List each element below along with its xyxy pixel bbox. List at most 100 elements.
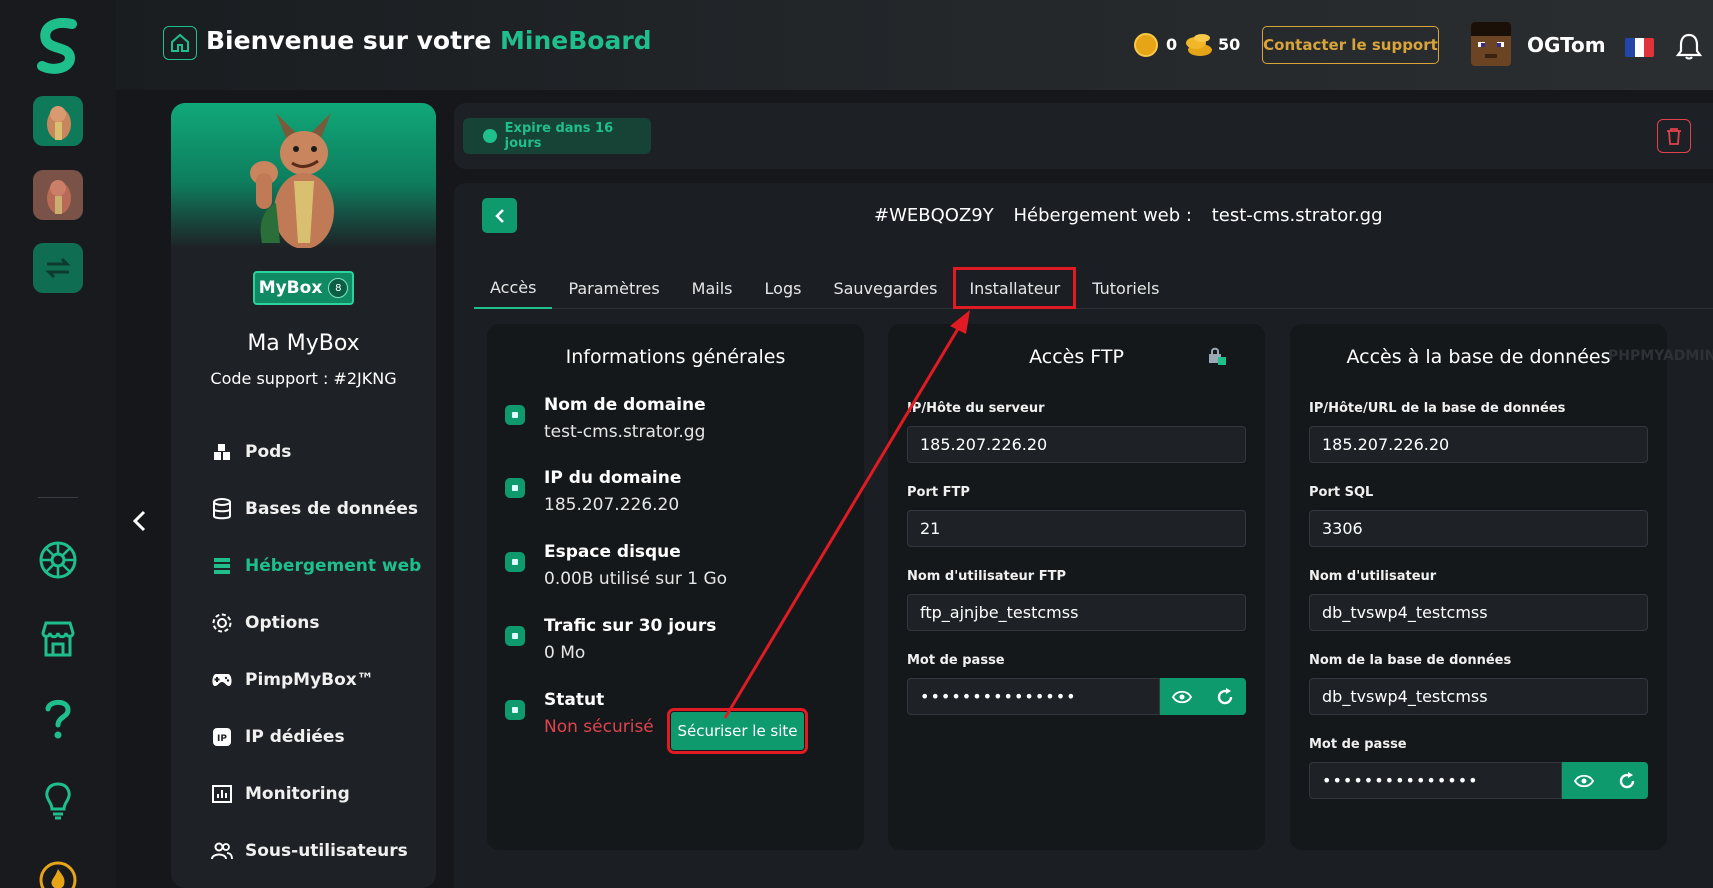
rail-shop-button[interactable] [34,615,82,663]
db-port-field[interactable]: 3306 [1309,510,1648,547]
phpmyadmin-link[interactable]: PHPMYADMIN [1608,348,1713,364]
refresh-icon [1619,771,1634,788]
status-value: Non sécurisé [544,717,654,737]
dragon-icon [47,180,71,214]
show-password-button[interactable] [1562,762,1605,799]
question-icon [45,699,71,739]
sidebar-item-label: Options [245,612,320,633]
collapse-sidebar-icon[interactable] [130,508,150,534]
info-label: Trafic sur 30 jours [544,616,717,636]
sidebar-item-label: Monitoring [245,783,350,804]
db-password-field[interactable]: ••••••••••••••• [1309,762,1562,799]
show-password-button[interactable] [1160,678,1203,715]
service-type: Hébergement web : [1013,205,1192,226]
coin-stack-icon [1186,34,1212,56]
user-avatar[interactable] [1471,22,1511,66]
domain-icon [505,405,525,425]
back-button[interactable] [482,198,517,233]
svg-text:IP: IP [217,734,227,744]
tab-installateur[interactable]: Installateur [953,267,1077,309]
field-label: Mot de passe [1309,737,1407,752]
ftp-client-icon[interactable] [1207,346,1227,366]
contact-support-button[interactable]: Contacter le support [1262,26,1439,64]
sidebar-item-pimpmybox[interactable]: PimpMyBox™ [211,651,431,708]
badge-label: MyBox [258,278,323,298]
info-value: test-cms.strator.gg [544,422,706,442]
mybox-level-badge: MyBox 8 [253,271,354,305]
expiration-text: Expire dans 16 jours [504,121,614,151]
rail-games-button[interactable] [34,536,82,584]
badge-level: 8 [328,278,349,298]
ftp-host-field[interactable]: 185.207.226.20 [907,426,1246,463]
left-rail [0,0,116,888]
info-value: 0.00B utilisé sur 1 Go [544,569,728,589]
rail-ideas-button[interactable] [34,777,82,825]
users-icon [211,842,233,859]
ftp-port-field[interactable]: 21 [907,510,1246,547]
credit-count: 0 [1166,35,1178,54]
db-host-field[interactable]: 185.207.226.20 [1309,426,1648,463]
eye-icon [1573,774,1594,787]
db-password-group: ••••••••••••••• [1309,762,1648,799]
tab-sauvegardes[interactable]: Sauvegardes [817,267,953,309]
rail-divider [38,497,78,498]
info-label: Statut [544,690,605,710]
panel-title: Informations générales [565,346,786,368]
tab-acces[interactable]: Accès [474,267,553,309]
server-avatar-1[interactable] [33,96,83,146]
ftp-password-field[interactable]: ••••••••••••••• [907,678,1160,715]
coin-stack-count: 50 [1218,35,1241,54]
disk-icon [505,552,525,572]
dragon-mascot-icon [250,113,334,248]
ftp-username-field[interactable]: ftp_ajnjbe_testcmss [907,594,1246,631]
sidebar-item-label: Bases de données [245,498,418,519]
db-name-field[interactable]: db_tvswp4_testcmss [1309,678,1648,715]
page-title: Bienvenue sur votre MineBoard [206,26,652,55]
minecraft-head-icon [1471,22,1511,66]
tab-mails[interactable]: Mails [676,267,749,309]
trash-icon [1667,128,1681,145]
secure-site-button[interactable]: Sécuriser le site [667,708,808,754]
sidebar-item-options[interactable]: Options [211,594,431,651]
sidebar-item-label: PimpMyBox™ [245,669,374,690]
rail-fire-button[interactable] [34,856,82,888]
username[interactable]: OGTom [1527,33,1606,57]
language-flag-icon[interactable] [1625,38,1654,57]
home-button[interactable] [163,26,197,60]
ftp-access-panel: Accès FTP IP/Hôte du serveur 185.207.226… [888,324,1265,850]
sidebar-item-monitoring[interactable]: Monitoring [211,765,431,822]
sidebar-item-databases[interactable]: Bases de données [211,480,431,537]
sidebar-item-pods[interactable]: Pods [211,423,431,480]
ip-icon: IP [213,727,231,746]
database-icon [213,497,231,519]
lock-bullet-icon [505,700,525,720]
sidebar-item-web-hosting[interactable]: Hébergement web [211,537,431,594]
delete-service-button[interactable] [1657,119,1691,153]
regenerate-password-button[interactable] [1203,678,1246,715]
chevron-left-icon [494,208,504,223]
tab-parametres[interactable]: Paramètres [552,267,675,309]
eye-icon [1171,690,1192,703]
db-username-field[interactable]: db_tvswp4_testcmss [1309,594,1648,631]
field-label: Port FTP [907,485,970,500]
strator-logo-icon[interactable] [34,18,82,76]
info-value: 185.207.226.20 [544,495,680,515]
swap-button[interactable] [33,243,83,293]
field-label: IP/Hôte du serveur [907,401,1045,416]
tab-logs[interactable]: Logs [749,267,818,309]
field-label: Port SQL [1309,485,1374,500]
general-info-panel: Informations générales Nom de domaine te… [487,324,864,850]
rail-help-button[interactable] [34,695,82,743]
support-code: Code support : #2JKNG [210,369,397,388]
field-label: IP/Hôte/URL de la base de données [1309,401,1566,416]
sidebar-item-label: Pods [245,441,292,462]
sidebar-item-subusers[interactable]: Sous-utilisateurs [211,822,431,879]
wheel-icon [39,541,77,579]
bell-icon[interactable] [1676,32,1702,60]
service-topbar: Expire dans 16 jours [454,103,1713,169]
tab-tutoriels[interactable]: Tutoriels [1076,267,1175,309]
server-avatar-2[interactable] [33,170,83,220]
sidebar-item-label: Hébergement web [245,555,422,576]
regenerate-password-button[interactable] [1605,762,1648,799]
sidebar-item-dedicated-ip[interactable]: IP IP dédiées [211,708,431,765]
